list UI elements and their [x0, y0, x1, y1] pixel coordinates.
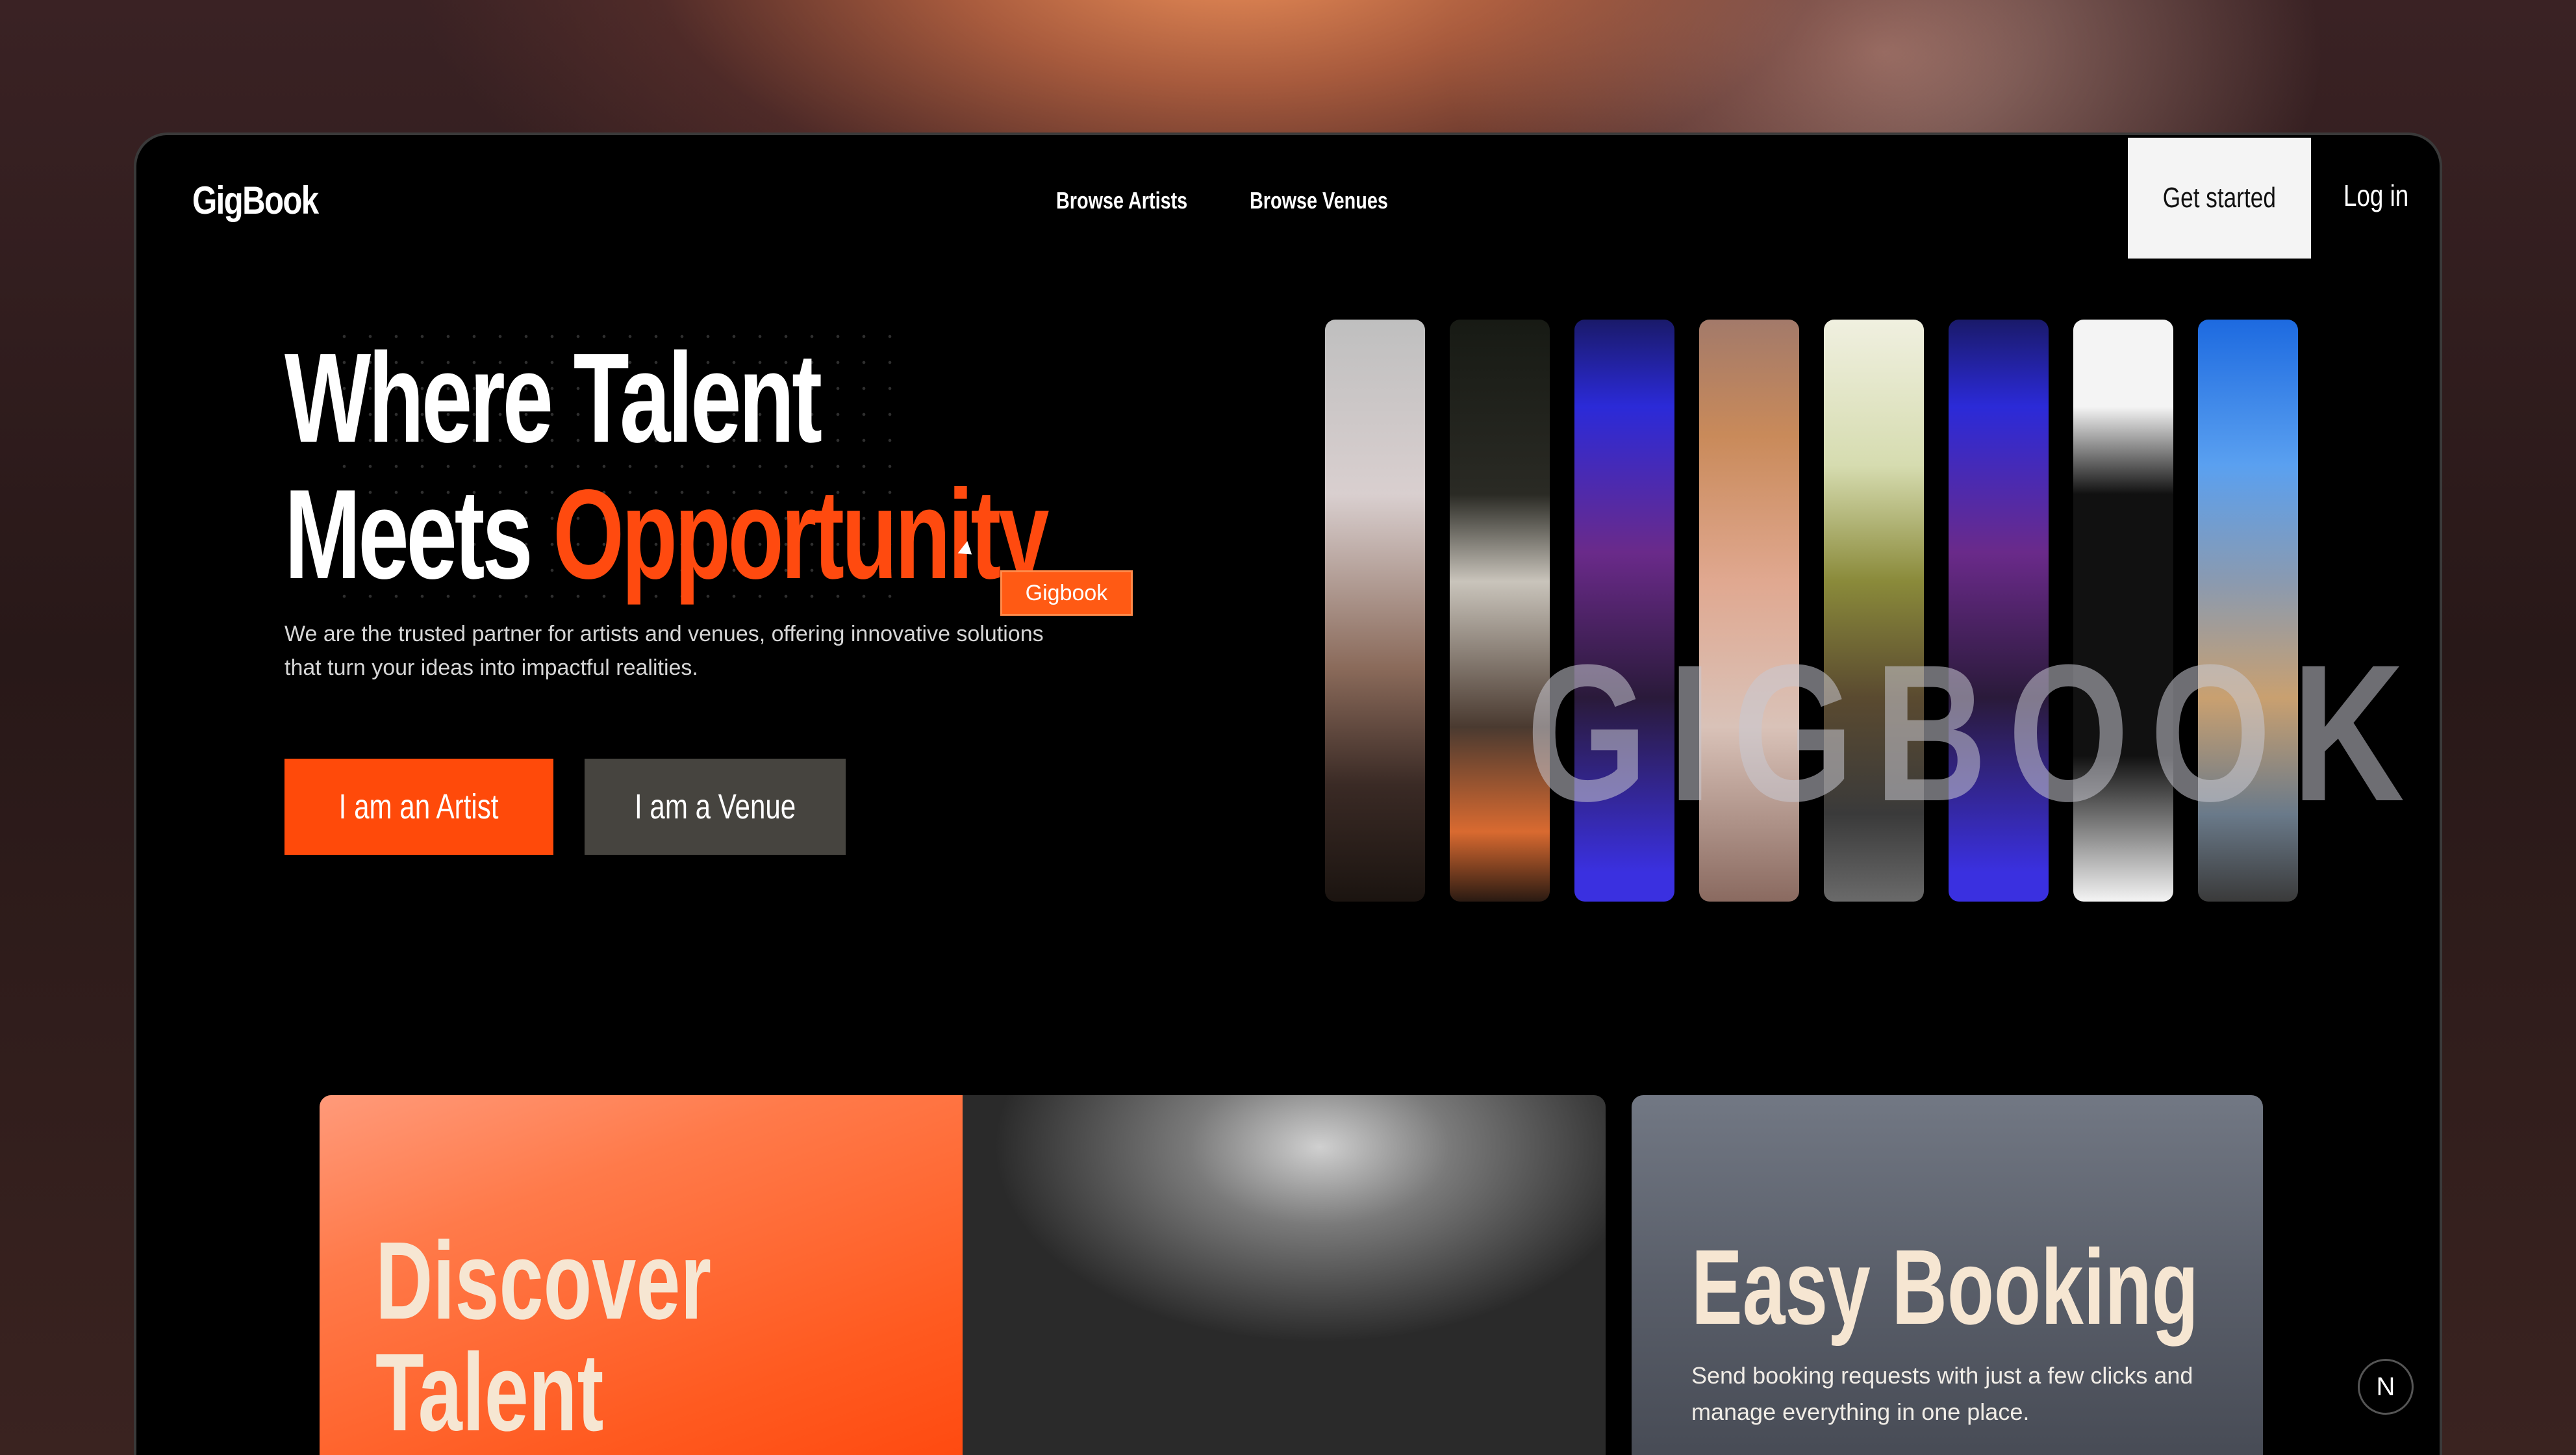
- nav-browse-artists[interactable]: Browse Artists: [1056, 187, 1187, 214]
- photo-strip-performer: [1325, 320, 1425, 902]
- get-started-label: Get started: [2162, 182, 2277, 214]
- hero-title-line2: Meets Opportunity: [284, 463, 1049, 605]
- photo-strip-singer: [1699, 320, 1799, 902]
- discover-title-line1: Discover: [375, 1219, 712, 1343]
- photo-strip-outdoor-stage: [2198, 320, 2298, 902]
- hero-title-prefix: Meets: [284, 463, 553, 605]
- gigbook-tag: Gigbook: [1000, 570, 1133, 616]
- get-started-button[interactable]: Get started: [2128, 138, 2311, 259]
- venue-button-label: I am a Venue: [634, 787, 796, 826]
- concert-photo: [963, 1095, 1606, 1455]
- booking-title: Easy Booking: [1691, 1228, 2199, 1347]
- photo-strip-guitarist-2: [1949, 320, 2049, 902]
- hero-title: Where Talent Meets Opportunity: [284, 327, 1049, 605]
- n-logo-badge[interactable]: N: [2358, 1359, 2414, 1415]
- discover-talent-card[interactable]: Discover Talent: [320, 1095, 1606, 1455]
- artist-button-label: I am an Artist: [339, 787, 499, 826]
- browser-window: GigBook Browse Artists Browse Venues Get…: [134, 133, 2442, 1455]
- photo-strip-dj: [1824, 320, 1924, 902]
- photo-strip-rapper: [1450, 320, 1550, 902]
- photo-strip-silhouette: [2073, 320, 2173, 902]
- easy-booking-card[interactable]: Easy Booking Send booking requests with …: [1632, 1095, 2263, 1455]
- nav-browse-venues[interactable]: Browse Venues: [1250, 187, 1388, 214]
- discover-title-line2: Talent: [375, 1331, 604, 1454]
- hero-title-accent: Opportunity: [553, 463, 1049, 605]
- hero-title-line1: Where Talent: [284, 327, 822, 469]
- artist-button[interactable]: I am an Artist: [284, 759, 553, 855]
- hero-description: We are the trusted partner for artists a…: [284, 622, 1044, 680]
- photo-strip-guitarist: [1574, 320, 1674, 902]
- venue-button[interactable]: I am a Venue: [585, 759, 846, 855]
- discover-title: Discover Talent: [375, 1225, 711, 1449]
- login-button[interactable]: Log in: [2343, 178, 2408, 213]
- booking-description: Send booking requests with just a few cl…: [1691, 1362, 2193, 1425]
- logo[interactable]: GigBook: [192, 178, 319, 223]
